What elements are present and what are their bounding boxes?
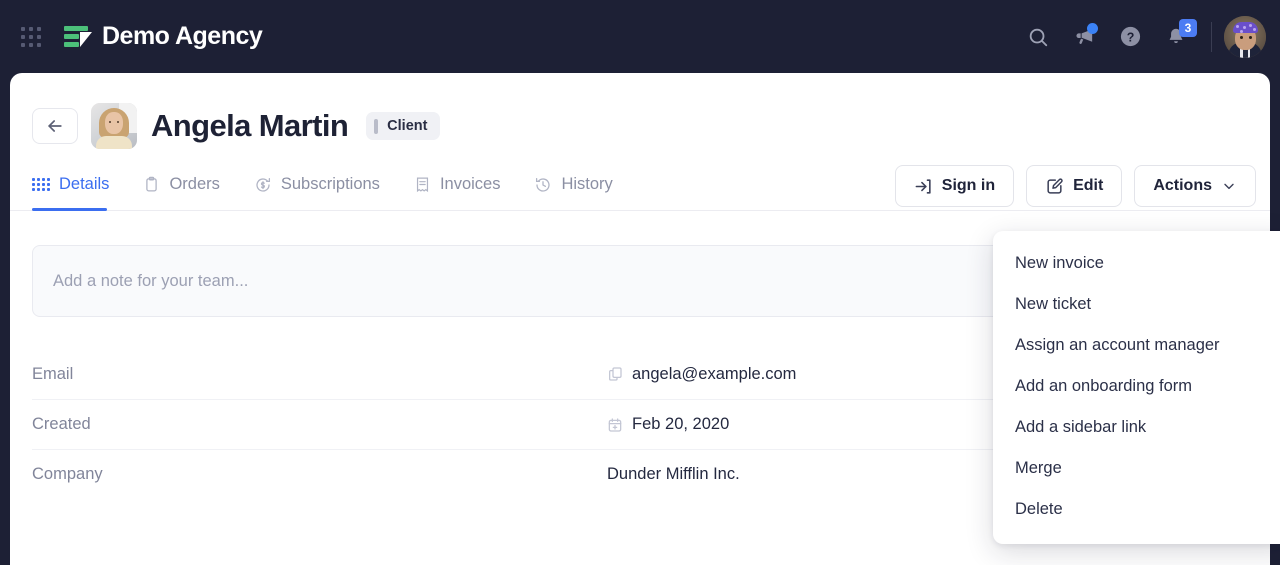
tabs: Details Orders Subscriptions Invoices Hi… <box>32 171 647 211</box>
svg-text:?: ? <box>1126 30 1134 44</box>
megaphone-icon[interactable] <box>1061 14 1107 60</box>
status-badge-label: Client <box>387 118 428 134</box>
detail-value[interactable]: angela@example.com <box>607 365 796 384</box>
divider <box>1211 21 1212 52</box>
tab-label: History <box>561 175 613 193</box>
notification-badge: 3 <box>1179 18 1197 37</box>
clock-rewind-icon <box>534 176 552 194</box>
detail-value[interactable]: Dunder Mifflin Inc. <box>607 465 740 484</box>
clipboard-icon <box>143 176 160 193</box>
menu-item-merge[interactable]: Merge <box>993 448 1280 489</box>
notification-dot <box>1087 22 1098 34</box>
sign-in-label: Sign in <box>941 177 996 194</box>
menu-item-new-invoice[interactable]: New invoice <box>993 243 1280 284</box>
header-actions: Sign in Edit Actions <box>894 165 1256 207</box>
menu-item-add-sidebar-link[interactable]: Add a sidebar link <box>993 407 1280 448</box>
actions-dropdown-button[interactable]: Actions <box>1134 165 1256 207</box>
edit-label: Edit <box>1073 177 1104 194</box>
detail-label: Company <box>32 465 103 483</box>
actions-label: Actions <box>1153 177 1212 194</box>
brand-name: Demo Agency <box>102 22 263 50</box>
receipt-icon <box>414 176 431 193</box>
menu-item-delete[interactable]: Delete <box>993 489 1280 530</box>
calendar-plus-icon <box>608 417 622 432</box>
tab-orders[interactable]: Orders <box>143 171 235 210</box>
chevron-down-icon <box>1224 183 1234 190</box>
dot <box>21 26 25 31</box>
tab-label: Invoices <box>439 175 501 193</box>
detail-label: Email <box>32 364 74 383</box>
status-badge: Client <box>366 112 441 140</box>
avatar[interactable] <box>1224 15 1266 58</box>
menu-item-add-onboarding-form[interactable]: Add an onboarding form <box>993 366 1280 407</box>
help-circle-icon[interactable]: ? <box>1107 14 1153 60</box>
refresh-dollar-icon <box>254 176 272 194</box>
tab-invoices[interactable]: Invoices <box>414 171 517 210</box>
dot <box>37 34 41 39</box>
bell-icon[interactable]: 3 <box>1153 14 1199 60</box>
search-icon[interactable] <box>1015 14 1061 60</box>
edit-pencil-icon <box>1047 177 1063 194</box>
dot <box>21 42 25 47</box>
note-placeholder: Add a note for your team... <box>53 271 249 290</box>
tab-label: Details <box>59 175 110 193</box>
tab-label: Orders <box>169 175 220 193</box>
page-title: Angela Martin <box>151 108 349 143</box>
actions-dropdown-menu: New invoice New ticket Assign an account… <box>993 231 1280 544</box>
dot-grid-icon <box>32 178 50 191</box>
menu-item-assign-account-manager[interactable]: Assign an account manager <box>993 325 1280 366</box>
detail-value-text: Dunder Mifflin Inc. <box>607 465 740 483</box>
sign-in-button[interactable]: Sign in <box>894 165 1015 207</box>
login-icon <box>915 178 931 194</box>
back-button[interactable] <box>32 108 78 144</box>
detail-value[interactable]: Feb 20, 2020 <box>607 415 729 434</box>
arrow-left-icon <box>48 120 62 132</box>
grid-apps-icon[interactable] <box>20 26 42 48</box>
tab-details[interactable]: Details <box>32 171 125 211</box>
client-avatar <box>91 103 137 149</box>
dot <box>21 34 25 39</box>
page-header: Angela Martin Client <box>10 73 1270 149</box>
dot <box>37 26 41 31</box>
logo-icon <box>64 24 92 50</box>
brand-logo[interactable]: Demo Agency <box>64 22 263 51</box>
menu-item-new-ticket[interactable]: New ticket <box>993 284 1280 325</box>
tab-history[interactable]: History <box>534 171 628 210</box>
tabs-bar: Details Orders Subscriptions Invoices Hi… <box>10 165 1270 211</box>
dot <box>37 42 41 47</box>
dot <box>29 34 33 39</box>
dot <box>29 42 33 47</box>
top-navigation-bar: Demo Agency ? 3 <box>0 0 1280 73</box>
copy-icon <box>609 367 622 381</box>
dot <box>29 26 33 31</box>
topbar-actions: ? 3 <box>1015 14 1280 60</box>
badge-bar-icon <box>374 118 379 134</box>
tab-label: Subscriptions <box>280 175 380 193</box>
tab-subscriptions[interactable]: Subscriptions <box>254 171 396 210</box>
detail-value-text: angela@example.com <box>632 364 797 383</box>
detail-value-text: Feb 20, 2020 <box>632 415 730 433</box>
edit-button[interactable]: Edit <box>1026 165 1123 207</box>
detail-label: Created <box>32 415 91 433</box>
